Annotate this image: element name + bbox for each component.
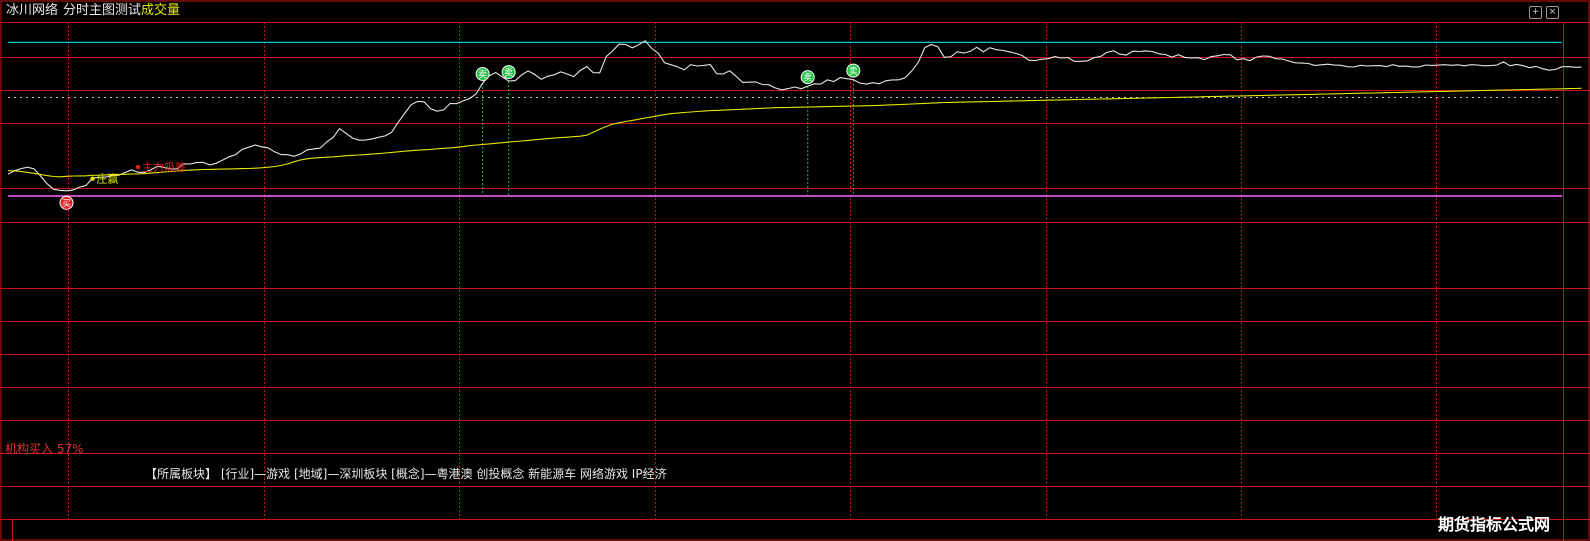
institution-buy-text: 机构买入 57%: [5, 442, 84, 456]
annotation-dot: [90, 176, 95, 181]
annotation-dot: [135, 164, 141, 170]
main-chart-test-label: 主图测试: [89, 3, 142, 18]
intraday-chart: 买卖 卖卖卖 主力吸筹庄赢: [0, 0, 1590, 541]
sell-marker-label: 卖: [504, 68, 513, 79]
stock-name: 冰川网络: [6, 3, 59, 18]
sector-info-line: 【所属板块】 [行业]—游戏 [地域]—深圳板块 [概念]—粤港澳 创投概念 新…: [145, 467, 667, 481]
chart-frame: [0, 0, 1590, 541]
timeshare-mode-label[interactable]: 分时: [63, 4, 89, 18]
chart-grid: [0, 0, 1590, 541]
level-lines: [8, 41, 1562, 198]
signal-drop-lines: [482, 79, 854, 197]
expand-icon[interactable]: +: [1529, 6, 1542, 19]
sell-marker-label: 卖: [478, 69, 487, 80]
buy-marker-label: 买: [62, 198, 71, 209]
avg-line: [7, 87, 1582, 178]
annotation-label: 主力吸筹: [142, 160, 186, 174]
close-icon[interactable]: ×: [1546, 6, 1559, 19]
chart-header: 冰川网络 分时 主图测试 成交量 + ×: [0, 0, 1590, 22]
annotation-label: 庄赢: [97, 172, 119, 186]
series-lines: [7, 40, 1582, 192]
volume-label[interactable]: 成交量: [141, 4, 180, 18]
sell-marker-label: 卖: [803, 73, 812, 84]
watermark-logo: 期货指标公式网: [1438, 515, 1551, 534]
sell-marker-label: 卖: [849, 66, 858, 77]
